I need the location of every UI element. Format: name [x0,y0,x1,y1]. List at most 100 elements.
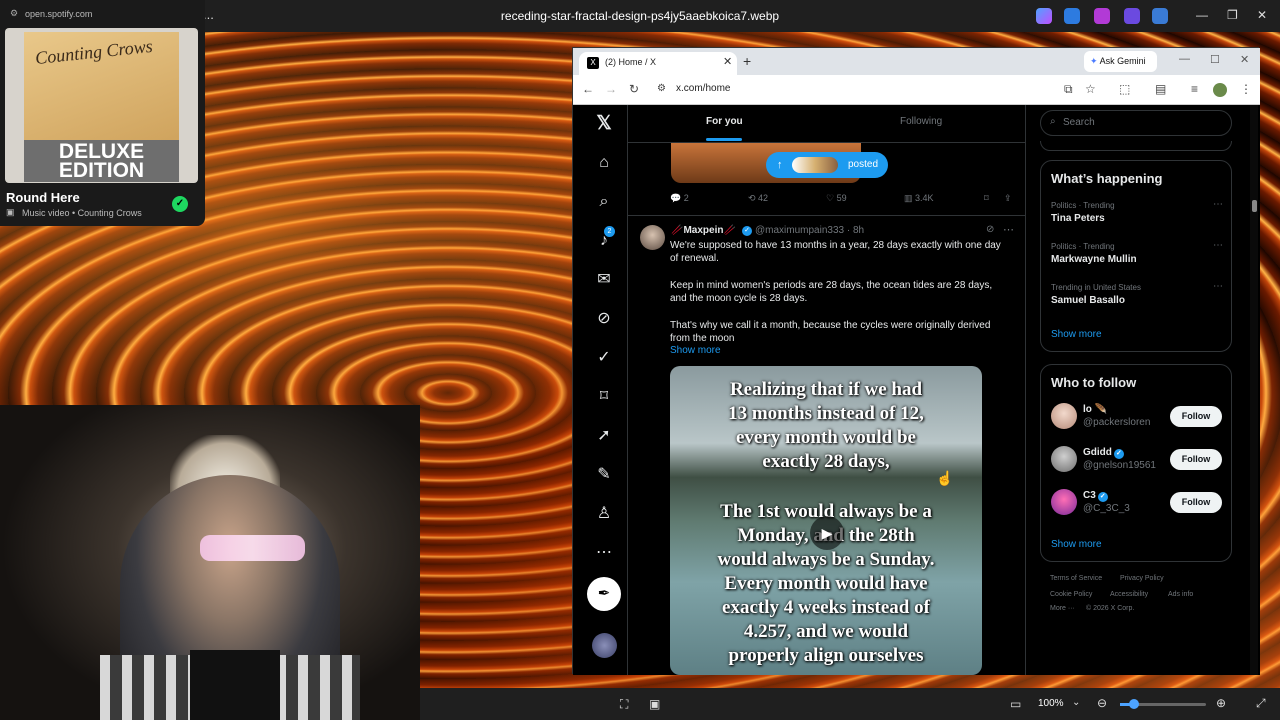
tab-following[interactable]: Following [900,116,942,127]
new-posts-pill[interactable]: ↑ posted [766,152,888,178]
browser-close-icon[interactable]: ✕ [1240,53,1249,66]
compose-post-button[interactable]: ✒ [587,577,621,611]
account-avatar[interactable] [592,633,617,658]
grok-icon[interactable]: ⊘ [593,308,615,330]
onedrive-icon[interactable] [1152,8,1168,24]
forward-icon[interactable]: → [605,82,617,96]
share-icon[interactable]: ⇪ [1004,193,1012,204]
follow-show-more[interactable]: Show more [1051,539,1102,550]
explore-search-icon[interactable]: ⌕ [593,191,615,213]
paint-icon[interactable] [1094,8,1110,24]
browser-maximize-icon[interactable]: ☐ [1210,53,1220,66]
minimize-icon[interactable]: — [1196,8,1208,22]
repost-button[interactable]: ⟲ 42 [748,193,768,204]
more-icon[interactable]: ⋯ [593,542,615,564]
trend-more-icon[interactable]: ⋯ [1213,281,1223,292]
follow-button[interactable]: Follow [1170,449,1222,470]
clipchamp-icon[interactable] [1124,8,1140,24]
profile-avatar[interactable] [1213,83,1227,97]
trend-name[interactable]: Samuel Basallo [1051,295,1125,306]
ask-gemini-button[interactable]: ✦ Ask Gemini [1084,51,1157,72]
home-icon[interactable]: ⌂ [593,152,615,174]
fullscreen-icon[interactable]: ⤢ [1256,696,1266,711]
address-bar[interactable]: x.com/home [676,83,730,94]
zoom-dropdown-icon[interactable]: ⌄ [1072,697,1080,708]
maximize-icon[interactable]: ❐ [1227,8,1238,22]
site-settings-icon[interactable]: ⚙ [10,8,18,19]
views-button[interactable]: ▥ 3.4K [904,193,934,204]
site-info-icon[interactable]: ⚙ [657,83,666,94]
reading-list-icon[interactable]: ≡ [1191,82,1198,96]
reload-icon[interactable]: ↻ [629,82,639,96]
trend-name[interactable]: Markwayne Mullin [1051,254,1137,265]
timeline-feed: ↑ posted 💬 2 ⟲ 42 ♡ 59 ▥ 3.4K ⌑ ⇪ 🥢Maxpe… [628,105,1026,675]
profile-icon[interactable]: ♙ [593,503,615,525]
reply-button[interactable]: 💬 2 [670,193,689,204]
like-button[interactable]: ♡ 59 [826,193,847,204]
post-author-avatar[interactable] [640,225,665,250]
close-icon[interactable]: ✕ [1257,8,1267,22]
follow-avatar[interactable] [1051,446,1077,472]
follow-name[interactable]: lo 🪶 [1083,404,1107,415]
post-author-handle[interactable]: @maximumpain333 · 8h [755,225,864,236]
footer-ads-info[interactable]: Ads info [1168,591,1193,598]
trend-more-icon[interactable]: ⋯ [1213,199,1223,210]
footer-accessibility[interactable]: Accessibility [1110,591,1148,598]
browser-menu-icon[interactable]: ⋮ [1240,82,1252,96]
trend-name[interactable]: Tina Peters [1051,213,1105,224]
install-app-icon[interactable]: ⧉ [1064,82,1073,97]
premium-icon[interactable]: ✓ [593,347,615,369]
follow-handle: @gnelson19561 [1083,460,1156,471]
follow-name[interactable]: C3 ✓ [1083,490,1108,502]
x-logo-icon[interactable]: 𝕏 [593,113,615,135]
post-author-name[interactable]: 🥢Maxpein🥢 [671,225,736,236]
copilot-icon[interactable] [1036,8,1052,24]
search-input[interactable]: ⌕ Search [1040,110,1232,136]
track-title[interactable]: Round Here [6,190,80,205]
follow-avatar[interactable] [1051,403,1077,429]
ask-gemini-label: Ask Gemini [1099,56,1146,66]
post-video[interactable]: Realizing that if we had 13 months inste… [670,366,982,675]
trends-show-more[interactable]: Show more [1051,329,1102,340]
footer-terms[interactable]: Terms of Service [1050,575,1102,582]
fit-icon[interactable]: ▭ [1010,697,1021,711]
split-view-icon[interactable]: ▤ [1155,82,1166,96]
text-select-icon[interactable]: ▣ [649,697,660,711]
bookmarks-icon[interactable]: ⌑ [593,386,615,408]
new-tab-icon[interactable]: + [743,53,751,69]
bookmark-star-icon[interactable]: ☆ [1085,82,1096,96]
grok-explain-icon[interactable]: ⊘ [986,224,994,235]
follow-avatar[interactable] [1051,489,1077,515]
trend-category: Trending in United States [1051,283,1141,292]
post-more-icon[interactable]: ⋯ [1003,223,1014,236]
page-scrollbar-thumb[interactable] [1252,200,1257,212]
zoom-slider-thumb[interactable] [1129,699,1139,709]
footer-privacy[interactable]: Privacy Policy [1120,575,1164,582]
edit-icon[interactable] [1064,8,1080,24]
tab-for-you[interactable]: For you [706,116,743,127]
zoom-in-icon[interactable]: ⊕ [1216,696,1226,710]
follow-name[interactable]: Gdidd ✓ [1083,447,1124,459]
zoom-out-icon[interactable]: ⊖ [1097,696,1107,710]
business-icon[interactable]: ➚ [593,425,615,447]
crop-icon[interactable]: ⛶ [620,697,628,712]
footer-cookie[interactable]: Cookie Policy [1050,591,1092,598]
zoom-level[interactable]: 100% [1038,698,1064,709]
bookmark-icon[interactable]: ⌑ [984,193,989,204]
browser-minimize-icon[interactable]: — [1179,53,1190,65]
follow-button[interactable]: Follow [1170,406,1222,427]
tab-x-home[interactable]: X (2) Home / X ✕ [579,52,737,75]
page-scrollbar[interactable] [1250,105,1258,675]
trend-more-icon[interactable]: ⋯ [1213,240,1223,251]
extensions-icon[interactable]: ⬚ [1119,82,1130,96]
footer-more[interactable]: More ··· [1050,605,1075,612]
follow-button[interactable]: Follow [1170,492,1222,513]
back-icon[interactable]: ← [582,82,594,96]
saved-check-icon[interactable]: ✓ [172,196,188,212]
tab-close-icon[interactable]: ✕ [723,55,732,68]
album-art[interactable]: Counting Crows DELUXE EDITION [5,28,198,183]
articles-icon[interactable]: ✎ [593,464,615,486]
show-more-link[interactable]: Show more [670,345,721,356]
messages-icon[interactable]: ✉ [593,269,615,291]
play-icon[interactable]: ▶ [810,516,844,550]
